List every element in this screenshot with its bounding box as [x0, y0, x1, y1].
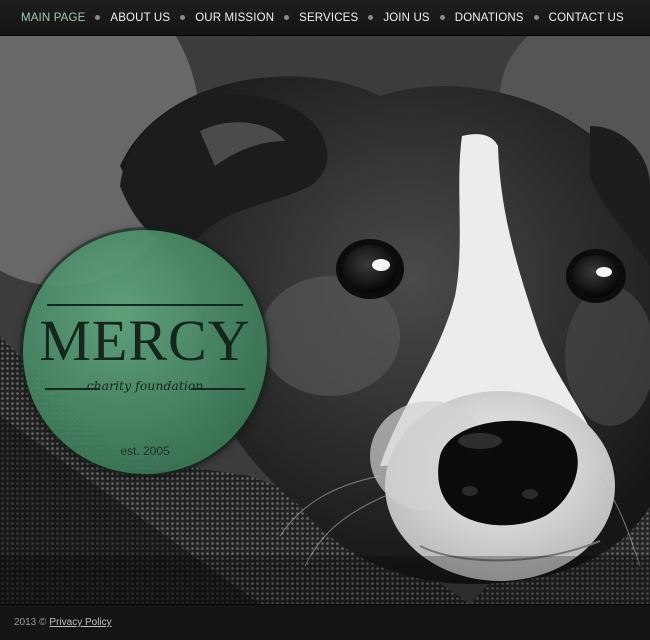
footer-copyright: 2013 ©: [14, 617, 47, 628]
nav-separator-dot: [95, 15, 101, 20]
mercy-logo-badge[interactable]: MERCY charity foundation est. 2005: [23, 230, 267, 474]
privacy-policy-link[interactable]: Privacy Policy: [49, 617, 111, 628]
footer: 2013 © Privacy Policy: [0, 604, 650, 640]
nav-separator-dot: [180, 15, 186, 20]
top-navigation: MAIN PAGE ABOUT US OUR MISSION SERVICES …: [0, 0, 650, 36]
nav-separator-dot: [368, 15, 374, 20]
nav-separator-dot: [533, 15, 539, 20]
badge-established: est. 2005: [120, 444, 170, 458]
nav-main-page[interactable]: MAIN PAGE: [21, 12, 85, 24]
badge-top-rule: [47, 304, 243, 306]
nav-our-mission[interactable]: OUR MISSION: [195, 12, 274, 24]
badge-title: MERCY: [39, 308, 251, 373]
nav-services[interactable]: SERVICES: [299, 12, 358, 24]
nav-contact-us[interactable]: CONTACT US: [549, 12, 624, 24]
nav-join-us[interactable]: JOIN US: [383, 12, 429, 24]
nav-separator-dot: [439, 15, 445, 20]
badge-subtitle: charity foundation: [86, 378, 204, 393]
nav-separator-dot: [284, 15, 290, 20]
nav-donations[interactable]: DONATIONS: [455, 12, 524, 24]
nav-about-us[interactable]: ABOUT US: [110, 12, 170, 24]
badge-right-rule: [191, 388, 245, 390]
